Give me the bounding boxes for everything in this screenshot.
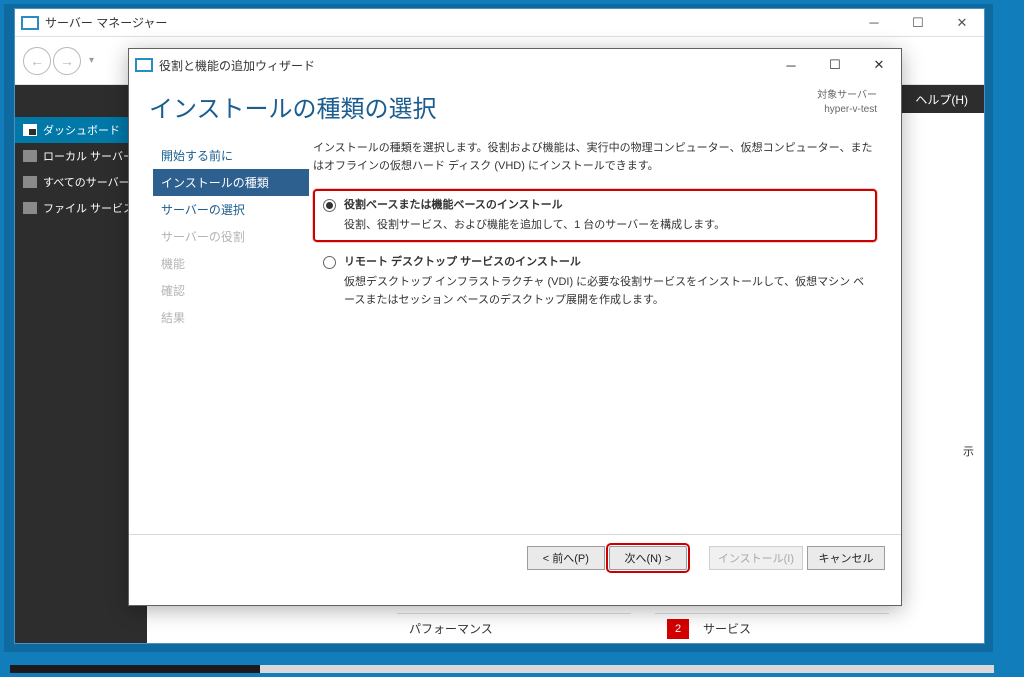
target-server: hyper-v-test <box>817 103 877 117</box>
add-roles-wizard: 役割と機能の追加ウィザード インストールの種類の選択 対象サーバー hyper-… <box>128 48 902 606</box>
services-badge: 2 <box>667 619 689 639</box>
next-button[interactable]: 次へ(N) > <box>609 546 687 570</box>
server-icon <box>23 150 37 162</box>
radio-remote-desktop[interactable] <box>323 256 336 269</box>
wizard-intro-text: インストールの種類を選択します。役割および機能は、実行中の物理コンピューター、仮… <box>313 140 877 175</box>
wizard-maximize-button[interactable] <box>813 50 857 80</box>
step-server-selection[interactable]: サーバーの選択 <box>157 196 309 223</box>
step-before-you-begin[interactable]: 開始する前に <box>157 142 309 169</box>
wizard-minimize-button[interactable] <box>769 50 813 80</box>
maximize-button[interactable] <box>896 9 940 37</box>
step-confirmation: 確認 <box>157 277 309 304</box>
option-desc: 仮想デスクトップ インフラストラクチャ (VDI) に必要な役割サービスをインス… <box>344 276 864 306</box>
option-title: リモート デスクトップ サービスのインストール <box>344 254 867 272</box>
wizard-title: 役割と機能の追加ウィザード <box>159 57 769 74</box>
wizard-close-button[interactable] <box>857 50 901 80</box>
previous-button[interactable]: < 前へ(P) <box>527 546 605 570</box>
option-title: 役割ベースまたは機能ベースのインストール <box>344 197 725 215</box>
wizard-steps: 開始する前に インストールの種類 サーバーの選択 サーバーの役割 機能 確認 結… <box>129 136 309 534</box>
help-menu[interactable]: ヘルプ(H) <box>915 91 968 108</box>
partial-text: 示 <box>963 443 974 459</box>
step-features: 機能 <box>157 250 309 277</box>
radio-role-based[interactable] <box>323 199 336 212</box>
back-button[interactable]: ← <box>23 47 51 75</box>
server-manager-icon <box>21 16 39 30</box>
wizard-content: インストールの種類を選択します。役割および機能は、実行中の物理コンピューター、仮… <box>309 136 901 534</box>
wizard-icon <box>135 58 153 72</box>
wizard-footer: < 前へ(P) 次へ(N) > インストール(I) キャンセル <box>129 534 901 580</box>
sidebar-label: ローカル サーバー <box>43 148 134 164</box>
option-remote-desktop[interactable]: リモート デスクトップ サービスのインストール 仮想デスクトップ インフラストラ… <box>313 246 877 317</box>
servers-icon <box>23 176 37 188</box>
services-tile[interactable]: 2 サービス <box>655 613 889 643</box>
option-role-based[interactable]: 役割ベースまたは機能ベースのインストール 役割、役割サービス、および機能を追加し… <box>313 189 877 242</box>
install-button: インストール(I) <box>709 546 803 570</box>
forward-button[interactable]: → <box>53 47 81 75</box>
sidebar-label: すべてのサーバー <box>43 174 130 190</box>
sidebar-label: ダッシュボード <box>43 122 120 138</box>
wizard-titlebar[interactable]: 役割と機能の追加ウィザード <box>129 49 901 81</box>
close-button[interactable] <box>940 9 984 37</box>
services-label: サービス <box>703 620 751 637</box>
nav-chevron-icon[interactable]: ▾ <box>89 55 94 66</box>
server-manager-titlebar[interactable]: サーバー マネージャー <box>15 9 984 37</box>
step-installation-type[interactable]: インストールの種類 <box>153 169 309 196</box>
step-results: 結果 <box>157 304 309 331</box>
step-server-roles: サーバーの役割 <box>157 223 309 250</box>
wizard-heading: インストールの種類の選択 <box>149 89 817 124</box>
option-desc: 役割、役割サービス、および機能を追加して、1 台のサーバーを構成します。 <box>344 219 725 231</box>
performance-tile[interactable]: パフォーマンス <box>397 613 631 643</box>
target-label: 対象サーバー <box>817 89 877 103</box>
wizard-target: 対象サーバー hyper-v-test <box>817 89 877 124</box>
cancel-button[interactable]: キャンセル <box>807 546 885 570</box>
sidebar-label: ファイル サービス <box>43 200 134 216</box>
taskbar[interactable] <box>10 665 994 673</box>
performance-label: パフォーマンス <box>409 620 493 637</box>
minimize-button[interactable] <box>852 9 896 37</box>
dashboard-icon <box>23 124 37 136</box>
file-services-icon <box>23 202 37 214</box>
server-manager-title: サーバー マネージャー <box>45 14 852 31</box>
